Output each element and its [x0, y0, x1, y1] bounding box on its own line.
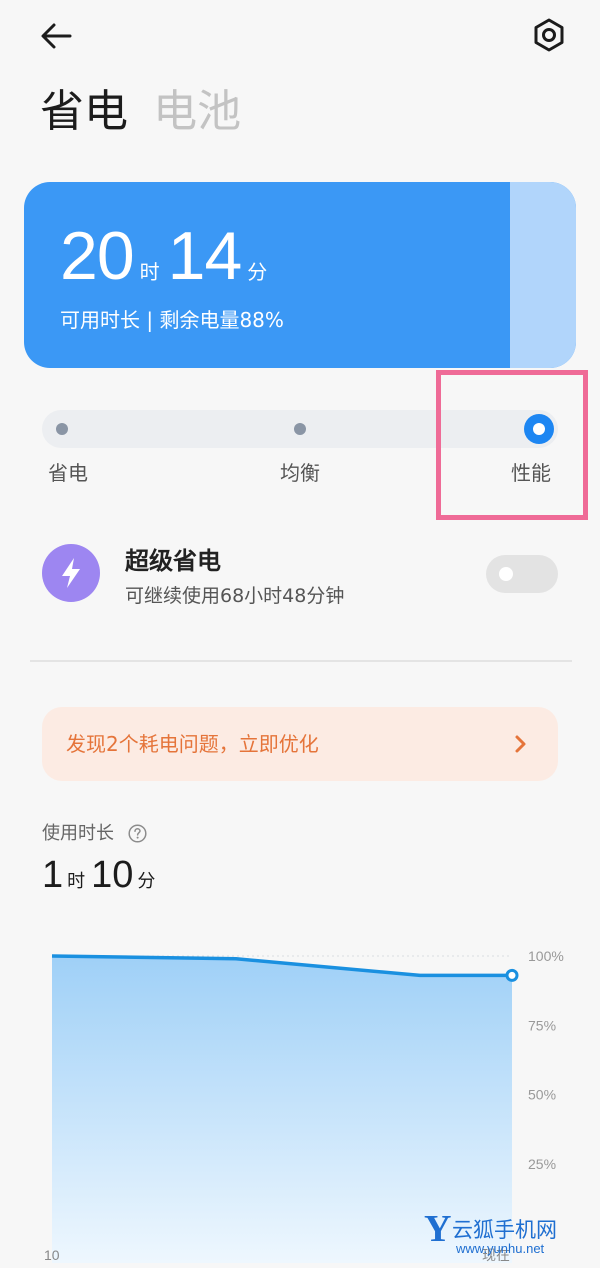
chart-y-tick-label: 100% — [528, 948, 564, 964]
mode-dot-power-saving[interactable] — [56, 423, 68, 435]
chart-y-tick-label: 25% — [528, 1156, 556, 1172]
svg-text:云狐手机网: 云狐手机网 — [452, 1218, 557, 1242]
usage-duration-label: 使用时长 — [42, 823, 114, 844]
usage-minutes: 10 — [91, 854, 134, 896]
lightning-icon — [62, 558, 80, 588]
back-button[interactable] — [36, 16, 80, 56]
mode-dot-balanced[interactable] — [294, 423, 306, 435]
tab-power-saving[interactable]: 省电 — [40, 82, 128, 142]
question-mark-icon[interactable] — [128, 824, 147, 843]
battery-hours-unit: 时 — [139, 260, 160, 284]
svg-text:www.yunhu.net: www.yunhu.net — [455, 1241, 545, 1256]
svg-text:Y: Y — [424, 1208, 451, 1250]
usage-hours: 1 — [42, 854, 64, 896]
mode-label-power-saving[interactable]: 省电 — [48, 460, 88, 486]
site-watermark-logo: Y 云狐手机网 www.yunhu.net — [424, 1208, 557, 1256]
battery-time-remaining: 20 时 14 分 — [60, 216, 275, 296]
chart-y-tick-label: 75% — [528, 1017, 556, 1033]
tab-battery[interactable]: 电池 — [153, 82, 241, 142]
battery-level-remainder — [510, 182, 576, 368]
super-saver-toggle[interactable] — [486, 555, 558, 593]
hexagon-gear-icon — [534, 18, 564, 52]
usage-duration-value: 1 时 10 分 — [42, 852, 161, 898]
chart-end-point — [505, 968, 519, 982]
chart-y-tick-label: 50% — [528, 1087, 556, 1103]
battery-card: 20 时 14 分 可用时长 | 剩余电量88% — [24, 182, 576, 368]
super-saver-subtitle: 可继续使用68小时48分钟 — [125, 585, 345, 607]
page-tabs: 省电 电池 — [40, 82, 241, 142]
settings-button[interactable] — [528, 14, 570, 56]
super-saver-icon-circle — [42, 544, 100, 602]
mode-label-balanced[interactable]: 均衡 — [280, 460, 320, 486]
super-saver-title: 超级省电 — [125, 547, 221, 575]
battery-minutes-unit: 分 — [247, 260, 268, 284]
optimize-issues-banner[interactable]: 发现2个耗电问题，立即优化 — [42, 707, 558, 781]
top-bar — [0, 0, 600, 70]
divider — [30, 660, 572, 662]
usage-hours-unit: 时 — [67, 871, 86, 892]
optimize-issues-text: 发现2个耗电问题，立即优化 — [66, 732, 319, 756]
highlight-annotation-box — [436, 370, 588, 520]
chart-x-start-label: 10 — [44, 1247, 60, 1263]
toggle-knob — [499, 567, 513, 581]
battery-hours: 20 — [60, 218, 135, 294]
battery-subtitle: 可用时长 | 剩余电量88% — [60, 308, 284, 332]
chevron-right-icon — [515, 735, 526, 753]
battery-minutes: 14 — [167, 218, 243, 294]
arrow-left-icon — [41, 23, 72, 49]
usage-minutes-unit: 分 — [137, 871, 156, 892]
